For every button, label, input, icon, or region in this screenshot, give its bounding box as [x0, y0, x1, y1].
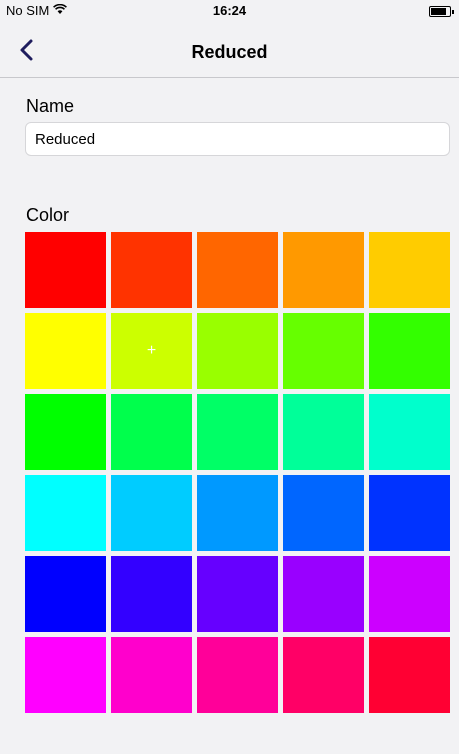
color-swatch[interactable]	[111, 637, 192, 713]
page-title: Reduced	[191, 42, 268, 62]
color-swatch[interactable]	[283, 394, 364, 470]
color-label: Color	[26, 205, 70, 225]
color-swatch[interactable]	[197, 232, 278, 308]
color-swatch[interactable]	[369, 313, 450, 389]
color-swatch[interactable]	[283, 637, 364, 713]
color-swatch[interactable]	[25, 556, 106, 632]
color-grid: +	[25, 232, 450, 713]
status-bar: No SIM 16:24	[0, 0, 459, 22]
color-swatch[interactable]	[369, 556, 450, 632]
color-swatch[interactable]	[25, 394, 106, 470]
color-swatch[interactable]	[25, 232, 106, 308]
color-swatch[interactable]	[111, 232, 192, 308]
battery-icon	[429, 6, 454, 17]
color-swatch[interactable]	[369, 232, 450, 308]
color-swatch[interactable]	[369, 637, 450, 713]
color-swatch[interactable]	[197, 556, 278, 632]
color-swatch[interactable]: +	[111, 313, 192, 389]
color-swatch[interactable]	[111, 556, 192, 632]
color-swatch[interactable]	[25, 637, 106, 713]
color-swatch[interactable]	[25, 313, 106, 389]
navigation-bar: Reduced	[0, 22, 459, 78]
color-swatch[interactable]	[369, 394, 450, 470]
color-swatch[interactable]	[283, 556, 364, 632]
color-swatch[interactable]	[197, 313, 278, 389]
color-swatch[interactable]	[369, 475, 450, 551]
color-swatch[interactable]	[111, 475, 192, 551]
color-swatch[interactable]	[283, 313, 364, 389]
color-swatch[interactable]	[197, 475, 278, 551]
color-swatch[interactable]	[283, 475, 364, 551]
color-swatch[interactable]	[197, 394, 278, 470]
color-swatch[interactable]	[283, 232, 364, 308]
selected-plus-icon: +	[146, 342, 157, 359]
color-swatch[interactable]	[197, 637, 278, 713]
name-label: Name	[26, 96, 75, 116]
color-swatch[interactable]	[25, 475, 106, 551]
color-swatch[interactable]	[111, 394, 192, 470]
name-field[interactable]	[25, 122, 450, 156]
status-time: 16:24	[212, 3, 247, 18]
